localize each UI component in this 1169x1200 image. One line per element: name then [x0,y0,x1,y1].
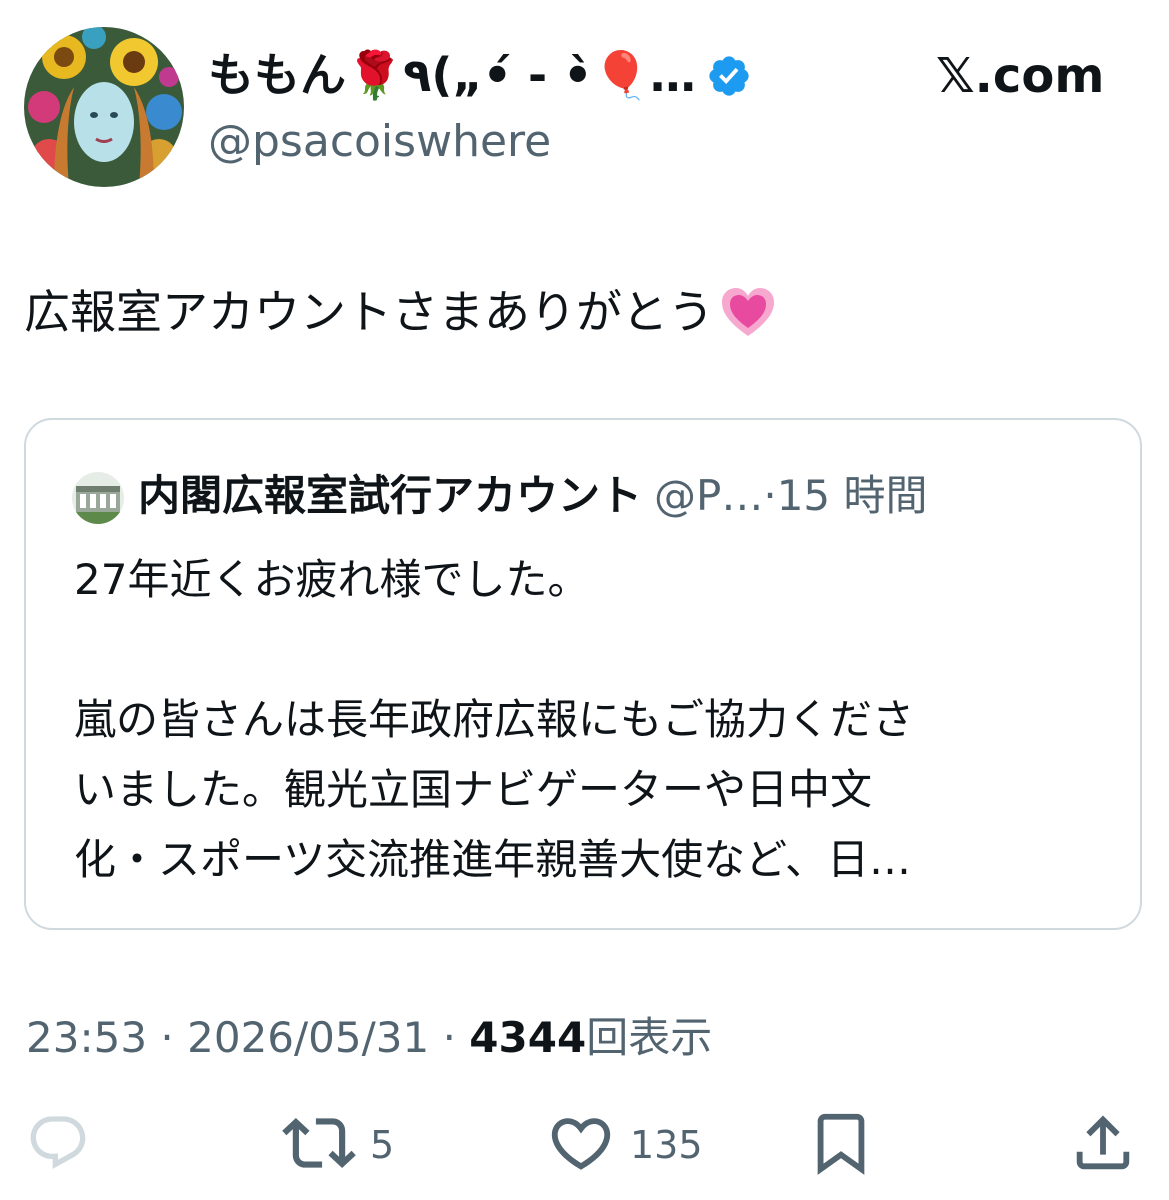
author-avatar[interactable] [24,27,184,187]
verified-badge-icon [706,52,752,98]
quoted-line-3: いました。観光立国ナビゲーターや日中文 [74,765,873,814]
x-com-logo: 𝕏.com [936,48,1105,104]
sparkling-heart-icon [718,284,778,340]
quoted-line-4: 化・スポーツ交流推進年親善大使など、日… [74,835,912,884]
bookmark-button[interactable] [806,1110,876,1180]
quoted-line-2: 嵐の皆さんは長年政府広報にもご協力くださ [74,695,915,744]
like-count: 135 [630,1123,703,1167]
tweet-text-row: 広報室アカウントさまありがとう [24,280,778,344]
quoted-header: 内閣広報室試行アカウント @P…·15 時間 [138,466,928,526]
tweet-date[interactable]: 2026/05/31 [187,1013,429,1062]
like-icon [546,1108,616,1182]
retweet-count: 5 [370,1123,395,1167]
action-bar: 5 135 [0,1110,1169,1180]
author-handle[interactable]: @psacoiswhere [208,112,551,172]
tweet-meta-line: 23:53 · 2026/05/31 · 4344回表示 [26,1008,712,1068]
author-display-name[interactable]: ももん🌹٩(„•́ - •̀🎈… [208,44,696,106]
quoted-author-handle[interactable]: @P… [654,471,763,520]
meta-separator-1: · [160,1013,174,1062]
quoted-body: 27年近くお疲れ様でした。 嵐の皆さんは長年政府広報にもご協力くださ いました。… [74,545,914,895]
quoted-tweet-card[interactable]: 内閣広報室試行アカウント @P…·15 時間 27年近くお疲れ様でした。 嵐の皆さ… [24,418,1142,930]
quoted-timestamp[interactable]: 15 時間 [777,471,928,520]
reply-icon [26,1111,90,1179]
quoted-author-avatar[interactable] [72,472,124,524]
share-button[interactable] [1068,1110,1138,1180]
views-label: 回表示 [586,1013,713,1062]
quoted-line-1: 27年近くお疲れ様でした。 [74,555,590,604]
retweet-button[interactable]: 5 [282,1110,394,1180]
reply-button[interactable] [26,1110,90,1180]
tweet-text: 広報室アカウントさまありがとう [24,285,714,339]
tweet-time[interactable]: 23:53 [26,1013,147,1062]
quoted-author-name[interactable]: 内閣広報室試行アカウント [138,471,642,520]
views-count: 4344 [469,1013,587,1062]
share-icon [1068,1108,1138,1182]
meta-separator-2: · [442,1013,456,1062]
like-button[interactable]: 135 [546,1110,703,1180]
bookmark-icon [806,1108,876,1182]
author-display-name-row[interactable]: ももん🌹٩(„•́ - •̀🎈… [208,44,752,106]
retweet-icon [282,1106,356,1184]
quoted-separator: · [763,471,777,520]
